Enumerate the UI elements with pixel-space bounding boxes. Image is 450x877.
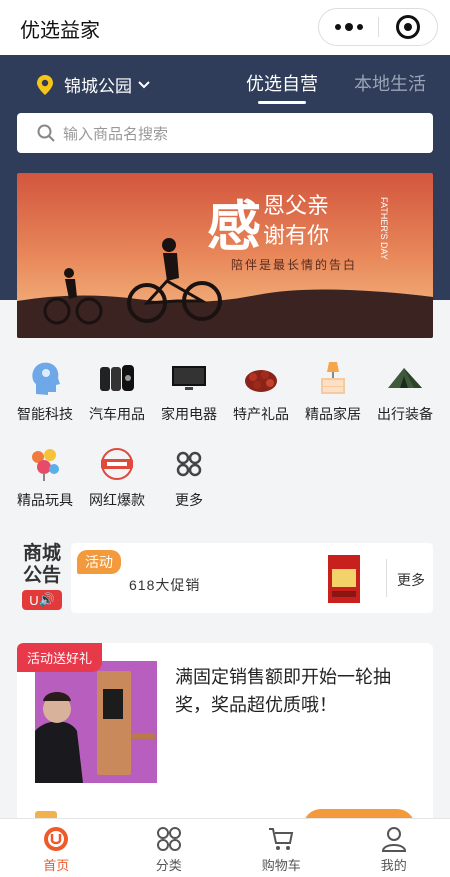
bottom-tab-bar: 首页 分类 购物车 我的: [0, 818, 450, 877]
tabbar-home[interactable]: 首页: [0, 819, 113, 877]
more-options-button[interactable]: [319, 9, 378, 45]
banner-main-char: 感: [207, 194, 261, 258]
announcement-title: 商城 公告 U 🔊: [17, 543, 67, 610]
mini-program-capsule: [318, 8, 438, 46]
banner-side-text: FATHER'S DAY: [379, 197, 389, 260]
speaker-badge-icon: U 🔊: [22, 590, 62, 610]
close-mini-program-button[interactable]: [379, 9, 437, 45]
dot-icon: [344, 23, 353, 31]
location-selector[interactable]: 锦城公园: [36, 72, 150, 97]
activity-card[interactable]: 活动送好礼 满固定销售额即开始一轮抽奖，奖品超优质哦！: [17, 643, 433, 843]
tire-icon: [97, 358, 137, 398]
category-item-specialty-gifts[interactable]: 特产礼品: [223, 358, 299, 424]
grid-more-icon: [169, 444, 209, 484]
announcement-divider: [386, 559, 387, 597]
fathers-day-banner-image: 感 恩父亲 谢有你 FATHER'S DAY 陪伴是最长情的告白: [17, 173, 433, 338]
toys-icon: [25, 444, 65, 484]
category-icon: [155, 825, 183, 853]
app-title: 优选益家: [20, 20, 100, 42]
tab-bendi-shenghuo[interactable]: 本地生活: [354, 70, 426, 104]
618-poster-thumbnail: [328, 555, 360, 603]
category-item-appliances[interactable]: 家用电器: [151, 358, 227, 424]
category-item-more[interactable]: 更多: [151, 444, 227, 510]
category-item-outdoor[interactable]: 出行装备: [367, 358, 443, 424]
category-item-home[interactable]: 精品家居: [295, 358, 371, 424]
header-tabs: 优选自营 本地生活: [246, 70, 426, 104]
announcement-card[interactable]: 活动 618大促销 更多: [71, 543, 433, 613]
chevron-down-icon: [138, 80, 150, 88]
promo-banner[interactable]: 感 恩父亲 谢有你 FATHER'S DAY 陪伴是最长情的告白: [17, 173, 433, 338]
location-name: 锦城公园: [64, 77, 132, 96]
banner-line-1: 恩父亲: [263, 194, 329, 219]
location-pin-icon: [37, 74, 53, 95]
category-item-trending[interactable]: 网红爆款: [79, 444, 155, 510]
announcement-more-link[interactable]: 更多: [397, 570, 425, 590]
cart-icon: [267, 825, 295, 853]
announcement-text: 618大促销: [129, 577, 201, 593]
announcement-bar: 商城 公告 U 🔊 活动 618大促销 更多: [17, 543, 433, 613]
tab-youxuan-ziying[interactable]: 优选自营: [246, 70, 318, 104]
category-item-toys[interactable]: 精品玩具: [7, 444, 83, 510]
tabbar-category[interactable]: 分类: [113, 819, 226, 877]
banner-subtitle: 陪伴是最长情的告白: [231, 257, 357, 272]
furniture-icon: [313, 358, 353, 398]
tent-icon: [385, 358, 425, 398]
hot-badge-icon: [97, 444, 137, 484]
category-item-smart-tech[interactable]: 智能科技: [7, 358, 83, 424]
search-icon: [37, 124, 55, 142]
tabbar-cart[interactable]: 购物车: [225, 819, 338, 877]
search-placeholder: 输入商品名搜索: [63, 125, 169, 143]
dot-icon: [356, 24, 363, 30]
activity-gift-tag: 活动送好礼: [17, 643, 103, 672]
home-icon: [42, 825, 70, 853]
activity-tag: 活动: [77, 550, 121, 574]
specialty-icon: [241, 358, 281, 398]
tv-icon: [169, 358, 209, 398]
search-input[interactable]: 输入商品名搜索: [17, 113, 433, 153]
user-icon: [380, 825, 408, 853]
top-bar: 优选益家: [0, 0, 450, 55]
target-icon: [395, 15, 420, 39]
category-item-car[interactable]: 汽车用品: [79, 358, 155, 424]
activity-description: 满固定销售额即开始一轮抽奖，奖品超优质哦！: [175, 667, 391, 715]
dot-icon: [334, 24, 341, 30]
tabbar-mine[interactable]: 我的: [338, 819, 450, 877]
banner-line-2: 谢有你: [263, 224, 329, 249]
smart-lock-product-image: [35, 661, 157, 783]
head-tech-icon: [25, 358, 65, 398]
